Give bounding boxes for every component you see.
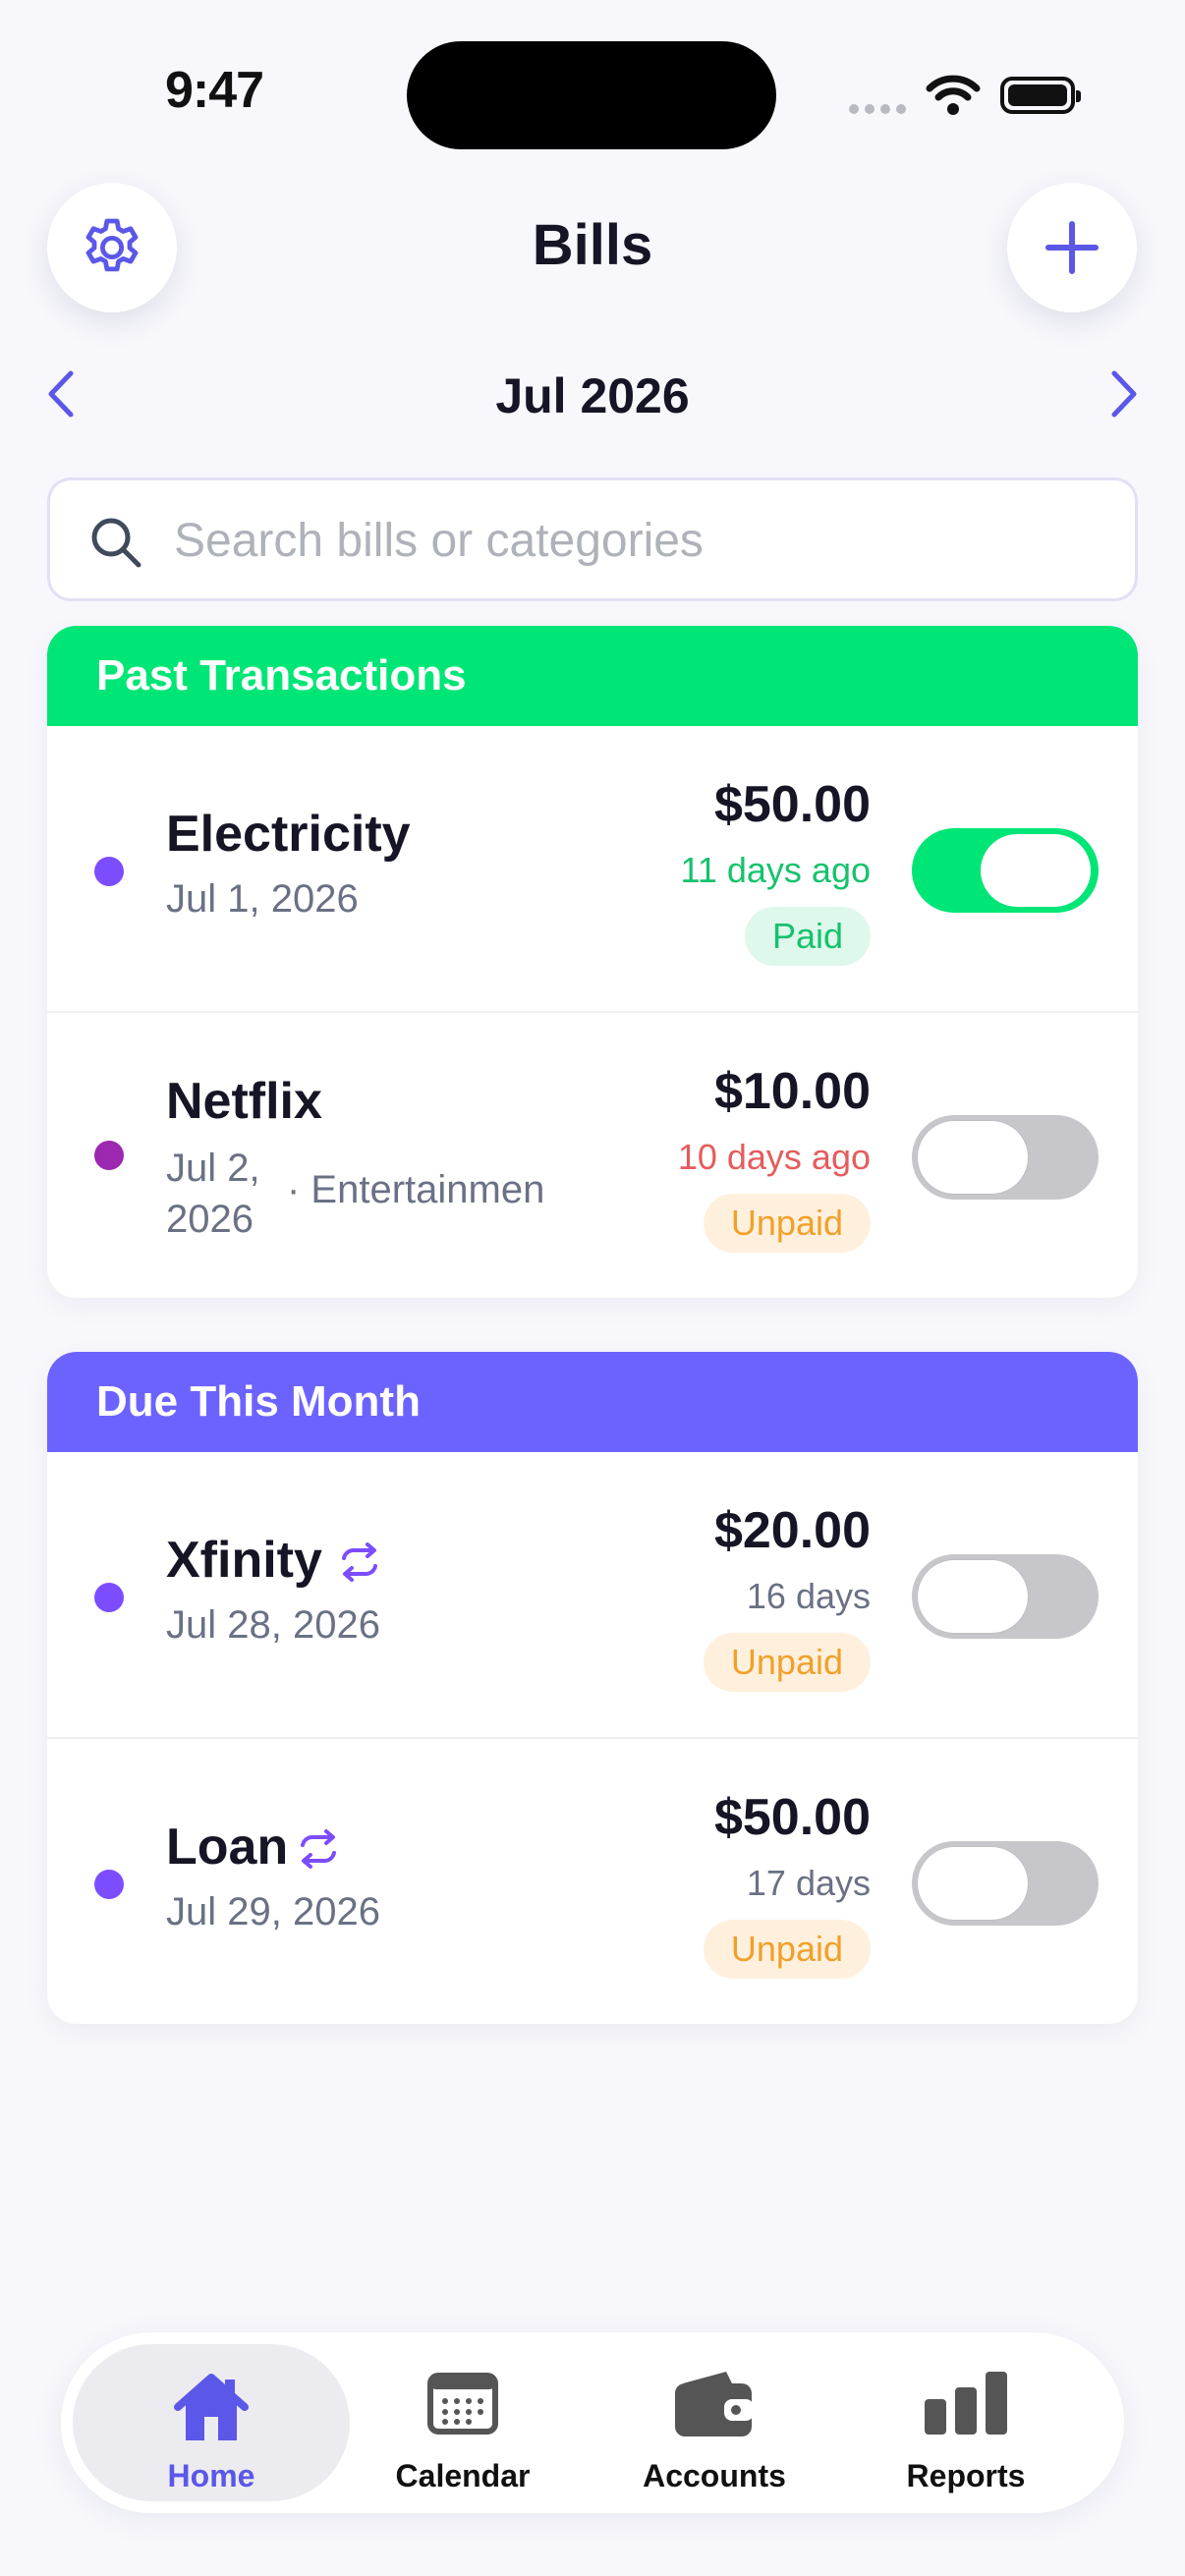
paid-toggle[interactable] <box>912 828 1099 913</box>
dynamic-island <box>407 41 776 149</box>
house-icon <box>174 2374 249 2440</box>
bill-amount: $20.00 <box>713 1502 871 1559</box>
tab-label: Accounts <box>643 2458 786 2493</box>
bill-name: Loan <box>166 1819 289 1876</box>
calendar-icon <box>427 2373 498 2435</box>
battery-icon <box>1000 77 1081 114</box>
bill-row-xfinity[interactable]: Xfinity Jul 28, 2026 $20.00 16 days Unpa… <box>47 1452 1138 1739</box>
paid-toggle[interactable] <box>912 1841 1099 1926</box>
bill-row-loan[interactable]: Loan Jul 29, 2026 $50.00 17 days Unpaid <box>47 1739 1138 2024</box>
tab-label: Reports <box>906 2458 1026 2493</box>
tab-calendar[interactable]: Calendar <box>324 2344 601 2501</box>
bill-name: Netflix <box>166 1073 322 1130</box>
recurring-icon <box>342 1542 377 1582</box>
search-input[interactable] <box>172 502 1100 579</box>
month-label: Jul 2026 <box>495 368 690 423</box>
bill-row-electricity[interactable]: Electricity Jul 1, 2026 $50.00 11 days a… <box>47 726 1138 1013</box>
category-dot <box>94 1870 124 1899</box>
section-header: Past Transactions <box>47 626 1138 726</box>
status-badge: Unpaid <box>703 1920 871 1979</box>
search-bar[interactable] <box>47 477 1138 601</box>
next-month-button[interactable] <box>1106 367 1142 425</box>
wallet-icon <box>675 2372 754 2436</box>
bill-relative-date: 10 days ago <box>677 1137 871 1177</box>
bill-row-netflix[interactable]: Netflix Jul 2, 2026 · Entertainmen $10.0… <box>47 1013 1138 1298</box>
status-badge: Unpaid <box>703 1633 871 1692</box>
tab-bar: Home Calendar Accounts Reports <box>61 2332 1124 2513</box>
add-bill-button[interactable] <box>1007 183 1137 312</box>
bill-relative-date: 16 days <box>746 1576 871 1616</box>
category-dot <box>94 857 124 886</box>
tab-label: Calendar <box>395 2458 531 2493</box>
bill-date: Jul 1, 2026 <box>166 877 359 921</box>
bill-name: Xfinity <box>166 1532 322 1589</box>
recurring-icon <box>301 1829 336 1869</box>
tab-accounts[interactable]: Accounts <box>576 2344 853 2501</box>
bill-category: · Entertainmen <box>287 1168 545 1211</box>
plus-icon <box>1045 221 1099 274</box>
bill-date-line2: 2026 <box>166 1198 254 1241</box>
bill-amount: $50.00 <box>713 776 871 833</box>
category-dot <box>94 1141 124 1170</box>
bill-date: Jul 28, 2026 <box>166 1603 380 1647</box>
bill-relative-date: 11 days ago <box>680 850 871 890</box>
cellular-signal-icon <box>849 104 910 114</box>
paid-toggle[interactable] <box>912 1115 1099 1200</box>
section-header: Due This Month <box>47 1352 1138 1452</box>
wifi-icon <box>926 75 981 121</box>
section-title: Past Transactions <box>96 651 467 700</box>
chevron-right-icon <box>1111 370 1137 418</box>
past-transactions-section: Past Transactions Electricity Jul 1, 202… <box>47 626 1138 1298</box>
bar-chart-icon <box>925 2372 1007 2435</box>
tab-home[interactable]: Home <box>73 2344 350 2501</box>
section-title: Due This Month <box>96 1377 421 1426</box>
due-this-month-section: Due This Month Xfinity Jul 28, 2026 $20.… <box>47 1352 1138 2024</box>
bill-name: Electricity <box>166 806 411 863</box>
bill-date: Jul 29, 2026 <box>166 1890 380 1933</box>
bill-amount: $10.00 <box>713 1063 871 1120</box>
status-badge: Paid <box>744 907 871 966</box>
status-badge: Unpaid <box>703 1194 871 1253</box>
paid-toggle[interactable] <box>912 1554 1099 1639</box>
status-time: 9:47 <box>165 62 264 119</box>
bill-relative-date: 17 days <box>746 1863 871 1903</box>
tab-reports[interactable]: Reports <box>827 2344 1104 2501</box>
bill-date-line1: Jul 2, <box>166 1147 260 1190</box>
tab-label: Home <box>167 2458 255 2493</box>
category-dot <box>94 1583 124 1612</box>
search-icon <box>91 518 141 568</box>
bill-amount: $50.00 <box>713 1789 871 1846</box>
